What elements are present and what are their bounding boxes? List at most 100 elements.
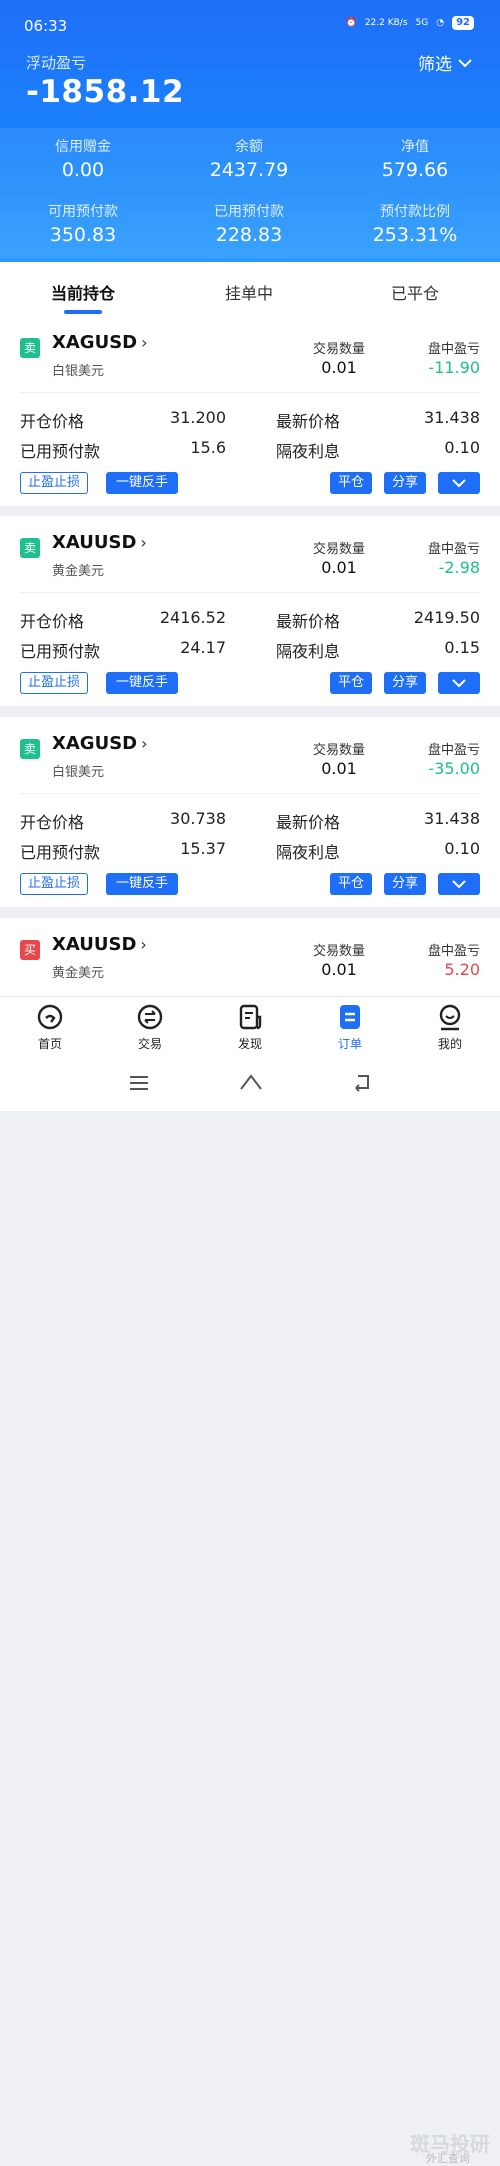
discover-icon xyxy=(239,1004,262,1030)
pl-value: -2.98 xyxy=(438,558,480,577)
chevron-down-icon xyxy=(452,880,466,889)
chevron-right-icon: › xyxy=(141,333,148,352)
home-icon xyxy=(37,1004,63,1030)
chevron-right-icon: › xyxy=(140,935,147,954)
close-position-button[interactable]: 平仓 xyxy=(330,873,372,895)
nav-label: 发现 xyxy=(237,1037,262,1051)
open-price-value: 2416.52 xyxy=(159,608,226,627)
chevron-down-icon xyxy=(452,679,466,688)
symbol-link[interactable]: XAGUSD › xyxy=(52,733,148,754)
chevron-down-icon xyxy=(458,58,472,67)
stat-value: 2437.79 xyxy=(209,159,289,181)
nav-profile[interactable]: 我的 xyxy=(400,1003,500,1052)
side-badge: 卖 xyxy=(20,338,40,358)
alarm-icon: ⏰ xyxy=(345,18,357,28)
pl-label: 盘中盈亏 xyxy=(427,542,480,557)
nav-trade[interactable]: 交易 xyxy=(100,1003,200,1052)
bottom-nav: 首页 交易 发现 订单 我的 xyxy=(0,996,500,1060)
nav-discover[interactable]: 发现 xyxy=(200,1003,300,1052)
nav-home[interactable]: 首页 xyxy=(0,1003,100,1052)
latest-price-value: 31.438 xyxy=(424,408,480,427)
status-icons: ⏰ 22.2 KB/s 5G ◔ 92 xyxy=(346,16,474,30)
divider xyxy=(20,793,480,794)
stat-free-margin: 可用预付款 350.83 xyxy=(0,201,166,246)
side-badge: 卖 xyxy=(20,538,40,558)
signal-label: 5G xyxy=(415,18,429,28)
stat-used-margin: 已用预付款 228.83 xyxy=(166,201,332,246)
latest-price-label: 最新价格 xyxy=(276,813,341,832)
tp-sl-button[interactable]: 止盈止损 xyxy=(20,873,89,895)
stat-value: 579.66 xyxy=(381,159,449,181)
position-card[interactable]: 卖 XAGUSD › 白银美元 交易数量 0.01 盘中盈亏 -11.90 开仓价格 31.200… xyxy=(0,316,500,506)
stat-value: 350.83 xyxy=(49,224,117,246)
filter-button[interactable]: 筛选 xyxy=(418,50,472,75)
stat-value: 0.00 xyxy=(61,159,105,181)
tab-open-positions[interactable]: 当前持仓 xyxy=(0,280,166,304)
swap-label: 隔夜利息 xyxy=(276,843,341,862)
nav-orders[interactable]: 订单 xyxy=(300,1003,400,1052)
expand-button[interactable] xyxy=(438,873,480,895)
open-price-label: 开仓价格 xyxy=(20,813,85,832)
pl-value: -11.90 xyxy=(428,358,480,377)
status-time: 06:33 xyxy=(24,17,68,35)
symbol-subname: 黄金美元 xyxy=(52,564,105,579)
filter-label: 筛选 xyxy=(418,55,452,75)
menu-icon[interactable] xyxy=(128,1074,150,1092)
open-price-label: 开仓价格 xyxy=(20,612,85,631)
stat-label: 可用预付款 xyxy=(48,204,118,220)
reverse-button[interactable]: 一键反手 xyxy=(106,873,178,895)
used-margin-label: 已用预付款 xyxy=(20,843,101,862)
account-stats: 信用赠金 0.00 余额 2437.79 净值 579.66 可用预付款 350… xyxy=(0,128,500,258)
symbol-subname: 黄金美元 xyxy=(52,966,105,981)
symbol-link[interactable]: XAUUSD › xyxy=(52,934,147,955)
used-margin-value: 15.6 xyxy=(190,438,226,457)
tab-closed-positions[interactable]: 已平仓 xyxy=(332,280,498,304)
expand-button[interactable] xyxy=(438,672,480,694)
home-button-icon[interactable] xyxy=(238,1072,264,1092)
swap-value: 0.10 xyxy=(444,839,480,858)
position-card[interactable]: 买 XAUUSD › 黄金美元 交易数量 0.01 盘中盈亏 5.20 xyxy=(0,918,500,996)
share-button[interactable]: 分享 xyxy=(384,873,426,895)
tp-sl-button[interactable]: 止盈止损 xyxy=(20,472,89,494)
close-position-button[interactable]: 平仓 xyxy=(330,472,372,494)
latest-price-value: 2419.50 xyxy=(413,608,480,627)
reverse-button[interactable]: 一键反手 xyxy=(106,472,178,494)
stat-label: 预付款比例 xyxy=(380,204,450,220)
tab-pending-orders[interactable]: 挂单中 xyxy=(166,280,332,304)
divider xyxy=(20,592,480,593)
side-badge: 卖 xyxy=(20,739,40,759)
net-speed: 22.2 KB/s xyxy=(364,18,408,28)
pl-label: 盘中盈亏 xyxy=(427,342,480,357)
back-icon[interactable] xyxy=(350,1072,374,1092)
account-header: 06:33 ⏰ 22.2 KB/s 5G ◔ 92 浮动盈亏 -1858.12 … xyxy=(0,0,500,262)
symbol-name: XAGUSD xyxy=(52,332,138,353)
qty-label: 交易数量 xyxy=(312,944,365,959)
share-button[interactable]: 分享 xyxy=(384,672,426,694)
reverse-button[interactable]: 一键反手 xyxy=(106,672,178,694)
expand-button[interactable] xyxy=(438,472,480,494)
stat-credit: 信用赠金 0.00 xyxy=(0,136,166,181)
close-position-button[interactable]: 平仓 xyxy=(330,672,372,694)
position-card[interactable]: 卖 XAUUSD › 黄金美元 交易数量 0.01 盘中盈亏 -2.98 开仓价格 2416.52… xyxy=(0,516,500,706)
used-margin-label: 已用预付款 xyxy=(20,442,101,461)
qty-value: 0.01 xyxy=(321,358,357,377)
qty-label: 交易数量 xyxy=(312,743,365,758)
wifi-icon: ◔ xyxy=(436,18,445,28)
chevron-right-icon: › xyxy=(141,734,148,753)
stat-label: 已用预付款 xyxy=(214,204,284,220)
share-button[interactable]: 分享 xyxy=(384,472,426,494)
side-badge: 买 xyxy=(20,940,40,960)
used-margin-value: 24.17 xyxy=(180,638,226,657)
latest-price-value: 31.438 xyxy=(424,809,480,828)
stat-balance: 余额 2437.79 xyxy=(166,136,332,181)
order-tabs: 当前持仓 挂单中 已平仓 xyxy=(0,262,500,316)
stat-margin-ratio: 预付款比例 253.31% xyxy=(332,201,498,246)
status-bar: 06:33 ⏰ 22.2 KB/s 5G ◔ 92 xyxy=(0,0,500,44)
symbol-name: XAUUSD xyxy=(52,532,137,553)
position-card[interactable]: 卖 XAGUSD › 白银美元 交易数量 0.01 盘中盈亏 -35.00 开仓价格 30.738… xyxy=(0,717,500,907)
tp-sl-button[interactable]: 止盈止损 xyxy=(20,672,89,694)
chevron-down-icon xyxy=(452,479,466,488)
qty-label: 交易数量 xyxy=(312,342,365,357)
symbol-link[interactable]: XAUUSD › xyxy=(52,532,147,553)
symbol-link[interactable]: XAGUSD › xyxy=(52,332,148,353)
